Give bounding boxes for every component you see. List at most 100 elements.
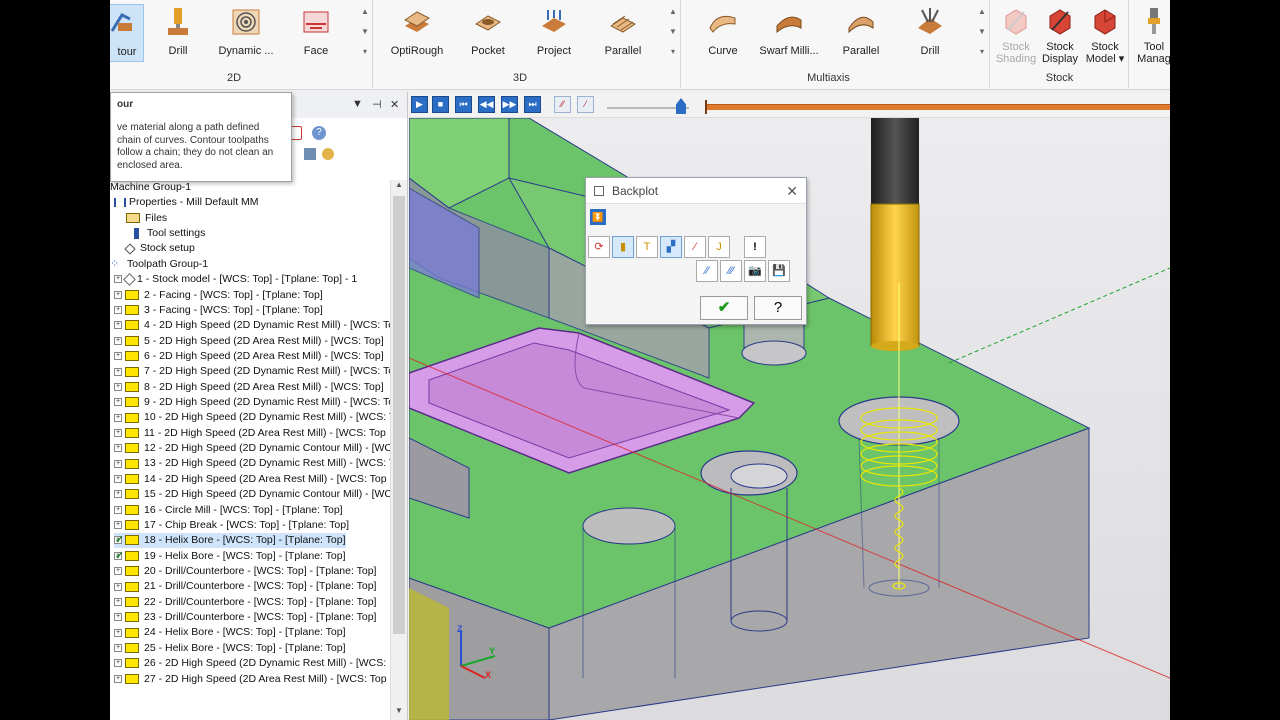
close-icon[interactable]: ✕ xyxy=(786,178,798,204)
help-button[interactable]: ? xyxy=(754,296,802,320)
show-holder-button[interactable]: T xyxy=(636,236,658,258)
play-button[interactable]: ▶ xyxy=(411,96,428,113)
expand-toggle[interactable]: + xyxy=(114,382,122,391)
show-tool-button[interactable]: ▮ xyxy=(612,236,634,258)
step-options-button[interactable]: ⁄⁄⁄ xyxy=(720,260,742,282)
stock-display-button[interactable]: Stock Display xyxy=(1039,4,1081,65)
show-entity-button[interactable]: ⁄ xyxy=(684,236,706,258)
expand-toggle[interactable]: + xyxy=(114,459,122,468)
face-button[interactable]: Face xyxy=(294,4,338,62)
expand-toggle[interactable]: + xyxy=(114,567,122,576)
expand-toggle[interactable]: + xyxy=(114,659,122,668)
expand-toggle[interactable]: + xyxy=(114,352,122,361)
trail-options-button[interactable]: ⁄⁄ xyxy=(696,260,718,282)
tree-item[interactable]: +12 - 2D High Speed (2D Dynamic Contour … xyxy=(114,441,390,456)
stock-model-button[interactable]: Stock Model ▾ xyxy=(1083,4,1127,65)
tree-item[interactable]: +14 - 2D High Speed (2D Area Rest Mill) … xyxy=(114,472,387,487)
stop-button[interactable]: ■ xyxy=(432,96,449,113)
tree-item[interactable]: +20 - Drill/Counterbore - [WCS: Top] - [… xyxy=(114,564,376,579)
tree-item[interactable]: Machine Group-1 xyxy=(110,180,191,195)
expand-toggle[interactable]: + xyxy=(114,321,122,330)
collapse-icon[interactable]: ⏬ xyxy=(590,209,606,225)
trail-button[interactable]: ⁄⁄ xyxy=(554,96,571,113)
expand-toggle[interactable]: + xyxy=(114,306,122,315)
ribbon-multiaxis-scroller[interactable]: ▲ ▼ ▾ xyxy=(975,2,989,64)
expand-toggle[interactable]: + xyxy=(114,290,122,299)
pane-menu-icon[interactable]: ▼ xyxy=(352,98,363,110)
tree-item[interactable]: +7 - 2D High Speed (2D Dynamic Rest Mill… xyxy=(114,364,390,379)
tree-item[interactable]: +11 - 2D High Speed (2D Area Rest Mill) … xyxy=(114,426,386,441)
tree-scrollbar[interactable]: ▲ ▼ xyxy=(390,180,407,720)
scroll-up-arrow[interactable]: ▲ xyxy=(391,180,407,194)
tree-item[interactable]: +2 - Facing - [WCS: Top] - [Tplane: Top] xyxy=(114,288,323,303)
expand-toggle[interactable]: + xyxy=(114,582,122,591)
show-rapid-button[interactable]: ▞ xyxy=(660,236,682,258)
dynamic-button[interactable]: Dynamic ... xyxy=(216,4,276,62)
tree-item[interactable]: +10 - 2D High Speed (2D Dynamic Rest Mil… xyxy=(114,410,390,425)
tree-item[interactable]: +6 - 2D High Speed (2D Area Rest Mill) -… xyxy=(114,349,384,364)
tree-item[interactable]: +13 - 2D High Speed (2D Dynamic Rest Mil… xyxy=(114,456,390,471)
tree-item[interactable]: +15 - 2D High Speed (2D Dynamic Contour … xyxy=(114,487,390,502)
ribbon-2d-scroller[interactable]: ▲ ▼ ▾ xyxy=(358,2,372,64)
expand-toggle[interactable]: + xyxy=(114,367,122,376)
tree-item[interactable]: Files xyxy=(126,211,167,226)
graphics-viewport[interactable]: Z Y X Backplot ✕ ⏬ ⟳ ▮ T ▞ ⁄ J ! ⁄⁄ ⁄⁄⁄ … xyxy=(409,118,1170,720)
display-options-button[interactable]: ⟳ xyxy=(588,236,610,258)
expand-toggle[interactable]: + xyxy=(114,505,122,514)
close-pane-icon[interactable]: ✕ xyxy=(390,98,399,111)
parallel-3d-button[interactable]: Parallel xyxy=(600,4,646,62)
ok-button[interactable]: ✔ xyxy=(700,296,748,320)
tree-item[interactable]: +26 - 2D High Speed (2D Dynamic Rest Mil… xyxy=(114,656,386,671)
go-end-button[interactable]: ⏭ xyxy=(524,96,541,113)
tree-item[interactable]: +22 - Drill/Counterbore - [WCS: Top] - [… xyxy=(114,595,376,610)
tree-item[interactable]: Properties - Mill Default MM xyxy=(114,195,259,210)
tool-manager-button[interactable]: Tool Manag xyxy=(1134,4,1170,65)
expand-toggle[interactable]: + xyxy=(114,597,122,606)
toolbar-settings-icon[interactable] xyxy=(322,148,334,160)
save-button[interactable]: 💾 xyxy=(768,260,790,282)
tree-item[interactable]: +✓18 - Helix Bore - [WCS: Top] - [Tplane… xyxy=(114,533,346,549)
contour-button[interactable]: tour xyxy=(110,4,144,62)
go-start-button[interactable]: ⏮ xyxy=(455,96,472,113)
ribbon-3d-scroller[interactable]: ▲ ▼ ▾ xyxy=(666,2,680,64)
expand-toggle[interactable]: + xyxy=(114,398,122,407)
tree-item[interactable]: ⁘ Toolpath Group-1 xyxy=(110,257,208,272)
tree-item[interactable]: Stock setup xyxy=(124,241,195,256)
expand-toggle[interactable]: + xyxy=(114,674,122,683)
parallel-multiaxis-button[interactable]: Parallel xyxy=(838,4,884,62)
tree-item[interactable]: +21 - Drill/Counterbore - [WCS: Top] - [… xyxy=(114,579,376,594)
tree-item[interactable]: +23 - Drill/Counterbore - [WCS: Top] - [… xyxy=(114,610,376,625)
expand-toggle[interactable]: + xyxy=(114,613,122,622)
speed-slider-thumb[interactable] xyxy=(676,98,686,114)
drill-2d-button[interactable]: Drill xyxy=(156,4,200,62)
tree-item[interactable]: +27 - 2D High Speed (2D Area Rest Mill) … xyxy=(114,672,387,687)
tree-item[interactable]: +4 - 2D High Speed (2D Dynamic Rest Mill… xyxy=(114,318,390,333)
timeline-track[interactable] xyxy=(705,104,1170,110)
tree-item[interactable]: +1 - Stock model - [WCS: Top] - [Tplane:… xyxy=(114,272,357,287)
curve-button[interactable]: Curve xyxy=(700,4,746,62)
project-button[interactable]: Project xyxy=(532,4,576,62)
stock-shading-button[interactable]: Stock Shading xyxy=(995,4,1037,65)
step-forward-button[interactable]: ▶▶ xyxy=(501,96,518,113)
tree-item[interactable]: +9 - 2D High Speed (2D Dynamic Rest Mill… xyxy=(114,395,390,410)
expand-toggle[interactable]: + xyxy=(114,628,122,637)
expand-toggle[interactable]: + xyxy=(114,444,122,453)
info-button[interactable]: ! xyxy=(744,236,766,258)
expand-toggle[interactable]: + xyxy=(114,490,122,499)
optirough-button[interactable]: OptiRough xyxy=(386,4,448,62)
toolbar-post-icon[interactable] xyxy=(304,148,316,160)
drill-multiaxis-button[interactable]: Drill xyxy=(908,4,952,62)
help-icon[interactable]: ? xyxy=(312,126,326,140)
step-back-button[interactable]: ◀◀ xyxy=(478,96,495,113)
tree-item[interactable]: +16 - Circle Mill - [WCS: Top] - [Tplane… xyxy=(114,503,343,518)
tree-item[interactable]: +25 - Helix Bore - [WCS: Top] - [Tplane:… xyxy=(114,641,346,656)
screenshot-button[interactable]: 📷 xyxy=(744,260,766,282)
expand-toggle[interactable]: + xyxy=(114,475,122,484)
scroll-thumb[interactable] xyxy=(393,196,405,634)
tree-item[interactable]: +3 - Facing - [WCS: Top] - [Tplane: Top] xyxy=(114,303,323,318)
tree-item[interactable]: +24 - Helix Bore - [WCS: Top] - [Tplane:… xyxy=(114,625,346,640)
expand-toggle[interactable]: + xyxy=(114,644,122,653)
swarf-milling-button[interactable]: Swarf Milli... xyxy=(756,4,822,62)
expand-toggle[interactable]: + xyxy=(114,428,122,437)
tree-item[interactable]: +5 - 2D High Speed (2D Area Rest Mill) -… xyxy=(114,334,384,349)
